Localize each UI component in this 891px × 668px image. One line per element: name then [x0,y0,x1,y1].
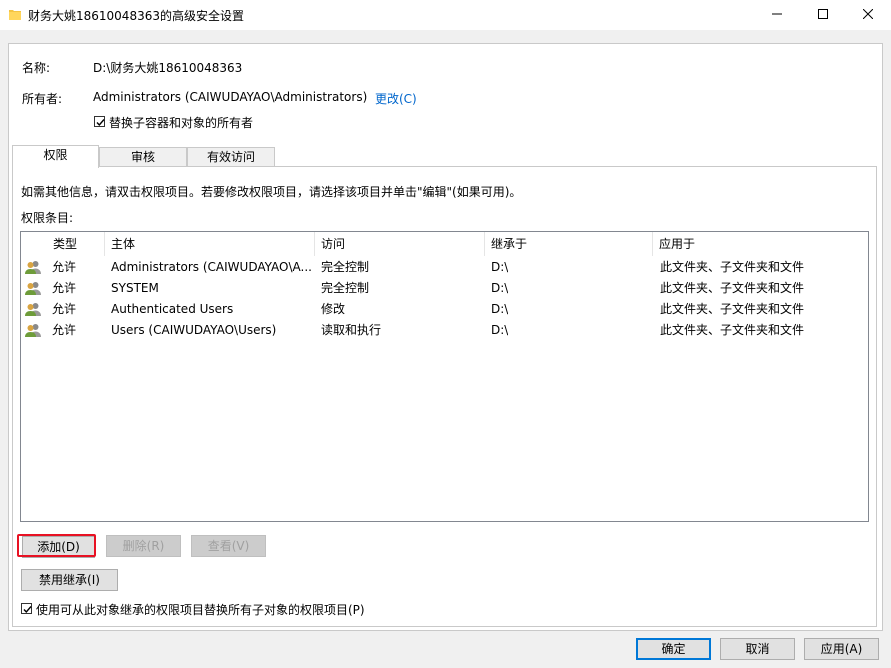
users-group-icon [25,323,41,344]
minimize-icon [772,8,782,22]
row-principal: Authenticated Users [111,302,234,316]
name-value: D:\财务大姚18610048363 [93,61,243,75]
row-inherited-from: D:\ [491,260,509,274]
folder-icon [9,8,21,21]
row-access: 修改 [321,302,346,316]
checkmark-icon [96,119,105,127]
minimize-button[interactable] [754,0,800,30]
owner-label: 所有者: [22,92,63,106]
row-access: 完全控制 [321,281,370,295]
replace-child-permissions-label: 使用可从此对象继承的权限项目替换所有子对象的权限项目(P) [36,603,365,617]
info-text: 如需其他信息，请双击权限项目。若要修改权限项目，请选择该项目并单击"编辑"(如果… [21,185,522,199]
ok-button[interactable]: 确定 [636,638,711,660]
row-applies-to: 此文件夹、子文件夹和文件 [660,302,805,316]
close-icon [862,8,874,22]
replace-child-permissions-checkbox[interactable] [21,603,32,614]
remove-button[interactable]: 删除(R) [106,535,181,557]
row-access: 读取和执行 [321,323,382,337]
name-label: 名称: [22,61,51,75]
row-type: 允许 [52,302,77,316]
row-type: 允许 [52,281,77,295]
tab-effective-access[interactable]: 有效访问 [187,147,275,167]
column-header-applies-to[interactable]: 应用于 [653,232,868,256]
replace-owner-label: 替换子容器和对象的所有者 [109,116,254,130]
row-type: 允许 [52,323,77,337]
table-row[interactable]: 允许 Administrators (CAIWUDAYAO\A... 完全控制 … [21,257,868,278]
column-header-type[interactable]: 类型 [47,232,105,256]
table-row[interactable]: 允许 Users (CAIWUDAYAO\Users) 读取和执行 D:\ 此文… [21,320,868,341]
maximize-icon [818,8,828,22]
title-bar: 财务大姚18610048363的高级安全设置 [0,0,891,30]
checkmark-icon [23,606,32,614]
column-header-principal[interactable]: 主体 [105,232,315,256]
row-applies-to: 此文件夹、子文件夹和文件 [660,281,805,295]
window-title: 财务大姚18610048363的高级安全设置 [28,9,244,23]
owner-value: Administrators (CAIWUDAYAO\Administrator… [93,90,368,104]
row-inherited-from: D:\ [491,281,509,295]
table-row[interactable]: 允许 SYSTEM 完全控制 D:\ 此文件夹、子文件夹和文件 [21,278,868,299]
entries-label: 权限条目: [21,211,74,225]
column-header-access[interactable]: 访问 [315,232,485,256]
row-applies-to: 此文件夹、子文件夹和文件 [660,260,805,274]
maximize-button[interactable] [800,0,846,30]
apply-button[interactable]: 应用(A) [804,638,879,660]
row-principal: Administrators (CAIWUDAYAO\A... [111,260,311,274]
change-owner-link[interactable]: 更改(C) [375,90,417,107]
column-header-inherited-from[interactable]: 继承于 [485,232,653,256]
add-button-highlight [17,534,96,557]
row-access: 完全控制 [321,260,370,274]
row-applies-to: 此文件夹、子文件夹和文件 [660,323,805,337]
permissions-list[interactable]: 类型 主体 访问 继承于 应用于 允许 Administrators (CAIW… [20,231,869,522]
replace-owner-checkbox[interactable] [94,116,105,127]
table-row[interactable]: 允许 Authenticated Users 修改 D:\ 此文件夹、子文件夹和… [21,299,868,320]
row-inherited-from: D:\ [491,302,509,316]
row-principal: Users (CAIWUDAYAO\Users) [111,323,277,337]
disable-inheritance-button[interactable]: 禁用继承(I) [21,569,118,591]
tab-auditing[interactable]: 审核 [99,147,187,167]
cancel-button[interactable]: 取消 [720,638,795,660]
row-inherited-from: D:\ [491,323,509,337]
row-type: 允许 [52,260,77,274]
row-principal: SYSTEM [111,281,159,295]
view-button[interactable]: 查看(V) [191,535,266,557]
tab-permissions[interactable]: 权限 [12,145,99,168]
close-button[interactable] [845,0,891,30]
